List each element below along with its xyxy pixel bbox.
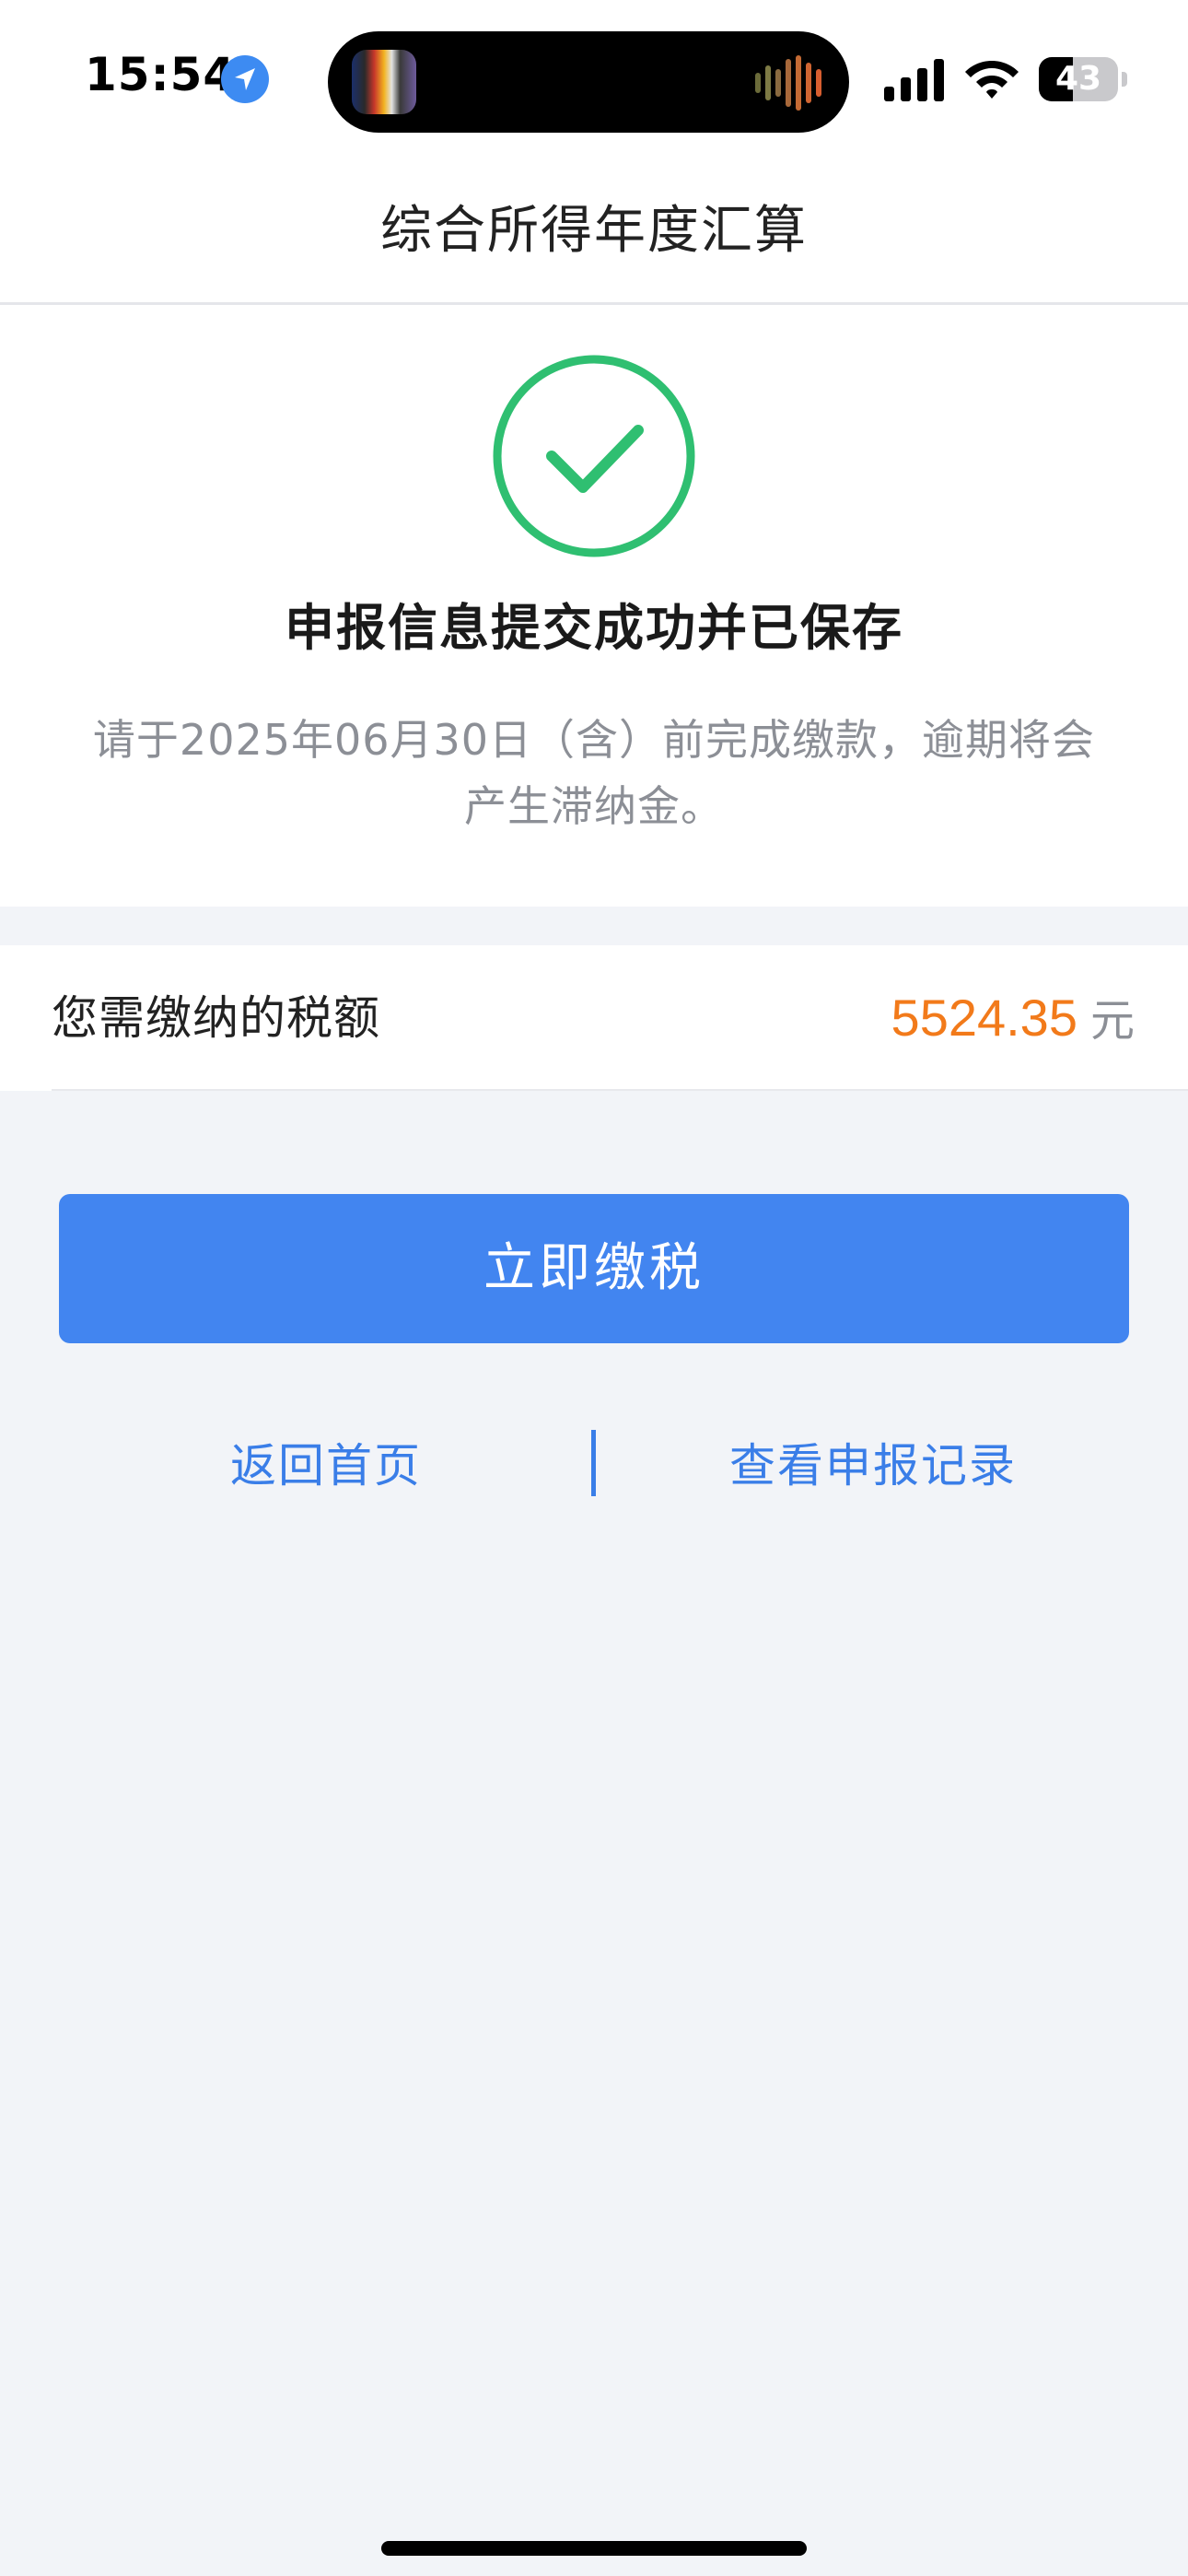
tax-amount-value: 5524.35 元 (891, 945, 1135, 1091)
page-title: 综合所得年度汇算 (380, 201, 808, 261)
check-circle-icon (493, 355, 695, 557)
nav-header: 综合所得年度汇算 (0, 162, 1188, 305)
home-indicator[interactable] (381, 2541, 807, 2556)
result-title: 申报信息提交成功并已保存 (285, 599, 903, 657)
battery-level: 43 (1054, 60, 1102, 98)
audio-waveform-icon (755, 55, 821, 111)
pay-tax-button[interactable]: 立即缴税 (59, 1194, 1129, 1343)
tax-amount-row: 您需缴纳的税额 5524.35 元 (0, 945, 1188, 1091)
tax-amount-unit: 元 (1089, 995, 1135, 1047)
wifi-icon (965, 61, 1019, 99)
location-arrow-icon (221, 55, 269, 103)
link-divider (591, 1430, 596, 1496)
tax-amount-label: 您需缴纳的税额 (52, 991, 380, 1045)
view-records-link[interactable]: 查看申报记录 (729, 1432, 1017, 1500)
status-bar: 15:54 43 (0, 0, 1188, 162)
tax-amount: 5524.35 (891, 989, 1077, 1047)
payment-deadline-note: 请于2025年06月30日（含）前完成缴款，逾期将会产生滞纳金。 (92, 715, 1096, 831)
result-card: 申报信息提交成功并已保存 请于2025年06月30日（含）前完成缴款，逾期将会产… (0, 305, 1188, 907)
battery-icon: 43 (1039, 57, 1127, 101)
divider (52, 1089, 1188, 1091)
back-home-link[interactable]: 返回首页 (230, 1432, 422, 1500)
signal-bars-icon (884, 59, 944, 101)
status-time: 15:54 (85, 48, 237, 101)
dynamic-island[interactable] (328, 31, 849, 133)
now-playing-artwork (352, 50, 416, 114)
